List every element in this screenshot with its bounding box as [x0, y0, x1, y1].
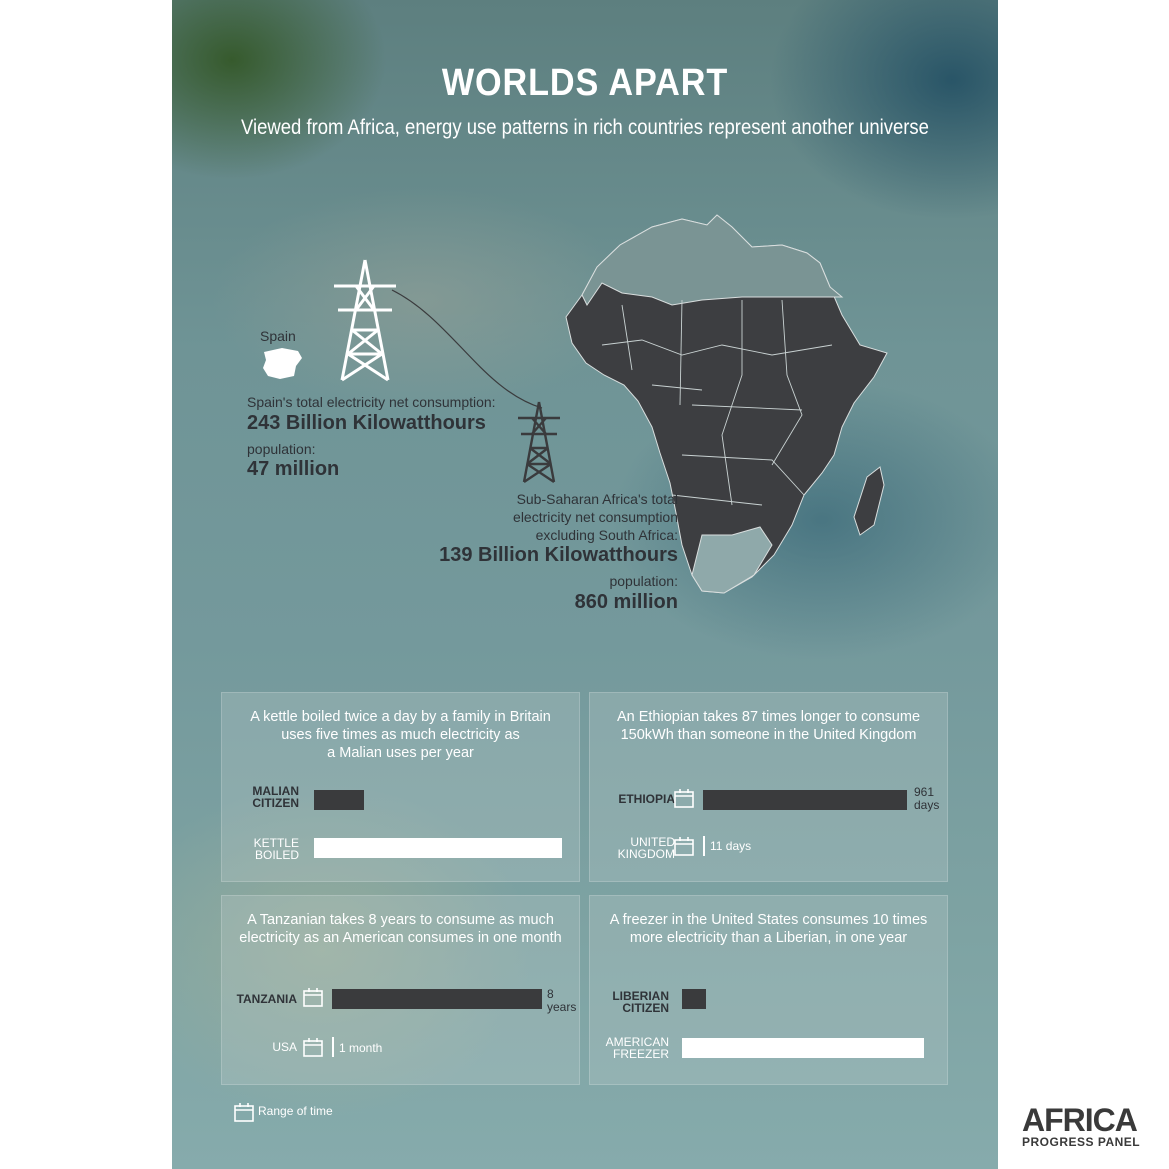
panel-freezer-title-line1: A freezer in the United States consumes …: [609, 912, 928, 928]
ssa-consumption-label: Sub-Saharan Africa's total electricity n…: [513, 490, 678, 544]
panel-freezer: A freezer in the United States consumes …: [589, 895, 948, 1085]
malian-citizen-label: MALIAN CITIZEN: [252, 785, 299, 809]
usa-label: USA: [272, 1040, 297, 1054]
panel-kettle: A kettle boiled twice a day by a family …: [221, 692, 580, 882]
usa-bar: [332, 1037, 334, 1057]
malian-citizen-label-line2: CITIZEN: [252, 796, 299, 810]
spain-consumption-value: 243 Billion Kilowatthours: [247, 412, 486, 434]
kettle-boiled-label: KETTLE BOILED: [254, 837, 299, 861]
panel-tanzania-title-line2: electricity as an American consumes in o…: [239, 930, 562, 946]
ssa-population-label: population:: [609, 573, 678, 589]
ssa-consumption-line3: excluding South Africa:: [535, 527, 678, 543]
panel-kettle-title-line2: uses five times as much electricity as: [281, 727, 520, 743]
spain-population-value: 47 million: [247, 458, 340, 480]
uk-value: 11 days: [710, 839, 752, 853]
tanzania-value-unit: years: [547, 1000, 577, 1014]
uk-label-line2: KINGDOM: [617, 847, 675, 861]
ethiopia-bar: [703, 790, 907, 810]
tanzania-bar: [332, 989, 542, 1009]
american-freezer-label: AMERICAN FREEZER: [606, 1036, 669, 1060]
usa-value: 1 month: [339, 1041, 383, 1055]
spain-label: Spain: [260, 328, 296, 344]
panel-tanzania-title: A Tanzanian takes 8 years to consume as …: [232, 911, 569, 947]
page-title: WORLDS APART: [441, 62, 729, 104]
spain-map-icon: [263, 348, 302, 379]
ssa-consumption-value: 139 Billion Kilowatthours: [439, 544, 678, 566]
liberian-citizen-label-line2: CITIZEN: [622, 1001, 669, 1015]
spain-population-label: population:: [247, 441, 316, 457]
logo-brand: AFRICA: [1022, 1102, 1138, 1138]
power-tower-icon: [334, 259, 396, 382]
panel-ethiopia-title-line2: 150kWh than someone in the United Kingdo…: [620, 727, 917, 743]
calendar-icon: [303, 988, 323, 1007]
legend-label: Range of time: [258, 1104, 333, 1118]
panel-freezer-title: A freezer in the United States consumes …: [600, 911, 937, 947]
calendar-icon: [303, 1038, 323, 1057]
panel-ethiopia-title-line1: An Ethiopian takes 87 times longer to co…: [616, 709, 921, 725]
american-freezer-bar: [682, 1038, 924, 1058]
madagascar-shape: [853, 466, 885, 536]
panel-ethiopia: An Ethiopian takes 87 times longer to co…: [589, 692, 948, 882]
ethiopia-value: 961 days: [914, 786, 939, 812]
page-subtitle: Viewed from Africa, energy use patterns …: [241, 116, 929, 139]
ethiopia-value-unit: days: [914, 798, 940, 812]
kettle-boiled-label-line2: BOILED: [254, 848, 299, 862]
malian-citizen-bar: [314, 790, 364, 810]
panel-tanzania-title-line1: A Tanzanian takes 8 years to consume as …: [247, 912, 554, 928]
liberian-citizen-bar: [682, 989, 706, 1009]
tanzania-label: TANZANIA: [236, 992, 297, 1006]
calendar-icon: [674, 789, 694, 808]
ssa-consumption-line1: Sub-Saharan Africa's total: [516, 491, 678, 507]
uk-label: UNITED KINGDOM: [618, 836, 675, 860]
small-power-tower-icon: [518, 401, 560, 483]
american-freezer-label-line2: FREEZER: [612, 1047, 669, 1061]
ethiopia-label: ETHIOPIA: [618, 792, 675, 806]
liberian-citizen-label: LIBERIAN CITIZEN: [612, 990, 669, 1014]
panel-kettle-title-line1: A kettle boiled twice a day by a family …: [250, 709, 551, 725]
tanzania-value: 8 years: [547, 988, 576, 1014]
ssa-consumption-line2: electricity net consumption: [513, 509, 678, 525]
panel-tanzania: A Tanzanian takes 8 years to consume as …: [221, 895, 580, 1085]
uk-bar: [703, 836, 705, 856]
south-africa-region: [691, 526, 773, 594]
panel-kettle-title-line3: a Malian uses per year: [327, 745, 474, 761]
kettle-boiled-bar: [314, 838, 562, 858]
calendar-icon: [674, 837, 694, 856]
north-africa-region: [581, 214, 844, 306]
infographic-poster: WORLDS APART Viewed from Africa, energy …: [172, 0, 998, 1169]
spain-consumption-label: Spain's total electricity net consumptio…: [247, 394, 496, 410]
panel-freezer-title-line2: more electricity than a Liberian, in one…: [629, 930, 908, 946]
logo-sub: PROGRESS PANEL: [1022, 1135, 1141, 1149]
calendar-icon: [234, 1103, 254, 1122]
panel-ethiopia-title: An Ethiopian takes 87 times longer to co…: [600, 708, 937, 744]
panel-kettle-title: A kettle boiled twice a day by a family …: [232, 708, 569, 762]
ssa-population-value: 860 million: [574, 591, 678, 613]
africa-progress-panel-logo: AFRICA PROGRESS PANEL: [1022, 1104, 1152, 1149]
